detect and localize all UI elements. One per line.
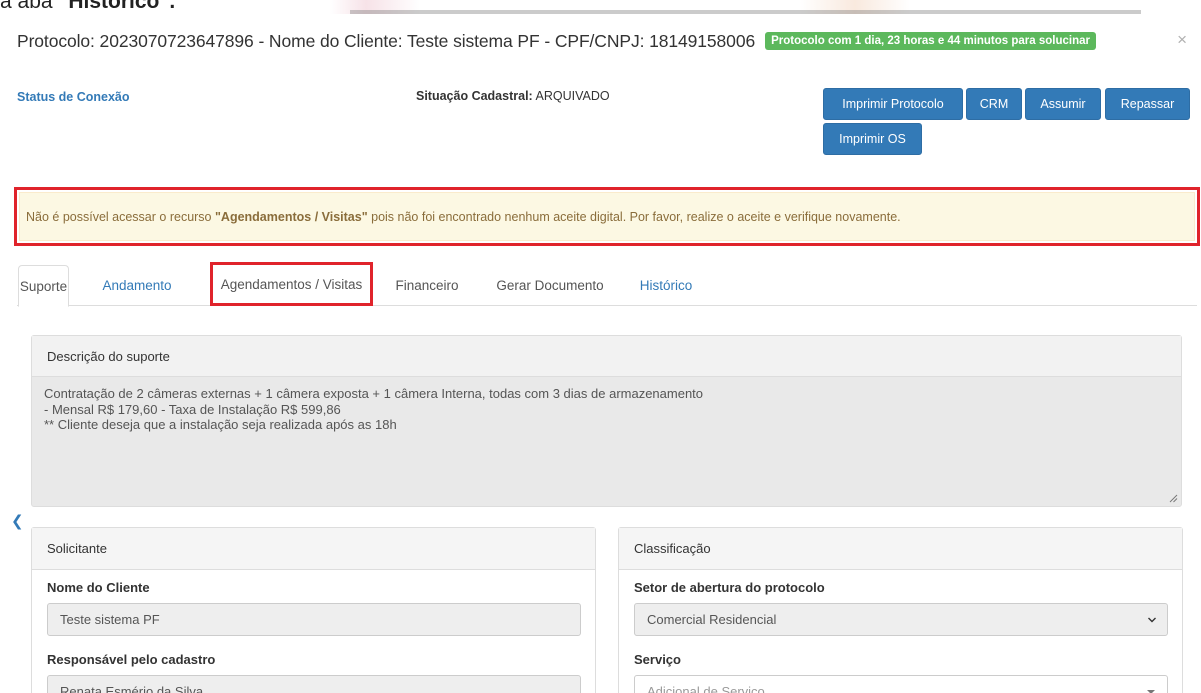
instruction-prefix: a aba (0, 0, 59, 13)
chevron-left-icon[interactable]: ❮ (11, 512, 24, 530)
crm-button[interactable]: CRM (966, 88, 1022, 120)
servico-select[interactable]: Adicional de Serviço (634, 675, 1168, 693)
descricao-panel: Descrição do suporte Contratação de 2 câ… (31, 335, 1182, 507)
responsavel-field[interactable]: Renata Esmério da Silva (47, 675, 581, 693)
situacao-cadastral: Situação Cadastral: ARQUIVADO (416, 89, 610, 103)
servico-label: Serviço (634, 652, 681, 667)
imprimir-protocolo-button[interactable]: Imprimir Protocolo (823, 88, 963, 120)
repassar-button[interactable]: Repassar (1105, 88, 1190, 120)
instruction-bold: "Histórico". (58, 0, 176, 13)
tab-financeiro[interactable]: Financeiro (389, 265, 465, 306)
solicitante-panel: Solicitante Nome do Cliente Teste sistem… (31, 527, 596, 693)
servico-placeholder: Adicional de Serviço (647, 684, 765, 693)
instruction-strip: a aba "Histórico". (0, 0, 1201, 14)
alert-highlight-box: Não é possível acessar o recurso "Agenda… (14, 187, 1200, 246)
responsavel-label: Responsável pelo cadastro (47, 652, 216, 667)
status-conexao-link[interactable]: Status de Conexão (17, 90, 130, 104)
descricao-heading: Descrição do suporte (32, 336, 1181, 377)
close-icon[interactable]: × (1177, 30, 1187, 50)
classificacao-heading: Classificação (619, 528, 1182, 570)
alert-text-after: pois não foi encontrado nenhum aceite di… (371, 209, 901, 224)
nome-cliente-label: Nome do Cliente (47, 580, 150, 595)
descricao-line: Contratação de 2 câmeras externas + 1 câ… (44, 386, 704, 401)
tab-bar: Suporte Andamento Agendamentos / Visitas… (17, 262, 1197, 307)
tab-historico[interactable]: Histórico (631, 265, 701, 306)
instruction-text: a aba "Histórico". (0, 0, 175, 12)
modal-title: Protocolo: 2023070723647896 - Nome do Cl… (17, 30, 756, 51)
modal-header: Protocolo: 2023070723647896 - Nome do Cl… (17, 28, 1187, 54)
resize-handle-icon[interactable] (1169, 494, 1178, 503)
alert-text-before: Não é possível acessar o recurso (26, 209, 212, 224)
descricao-line: - Mensal R$ 179,60 - Taxa de Instalação … (44, 401, 341, 417)
classificacao-panel: Classificação Setor de abertura do proto… (618, 527, 1183, 693)
chevron-down-icon (1148, 617, 1156, 623)
situacao-value: ARQUIVADO (532, 89, 610, 103)
tab-agendamentos-visitas[interactable]: Agendamentos / Visitas (210, 262, 373, 306)
nome-cliente-field[interactable]: Teste sistema PF (47, 603, 581, 636)
setor-label: Setor de abertura do protocolo (634, 580, 825, 595)
tab-gerar-documento[interactable]: Gerar Documento (487, 265, 613, 306)
imprimir-os-button[interactable]: Imprimir OS (823, 123, 922, 155)
tab-andamento[interactable]: Andamento (77, 265, 197, 306)
assumir-button[interactable]: Assumir (1025, 88, 1101, 120)
solicitante-heading: Solicitante (32, 528, 595, 570)
situacao-label: Situação Cadastral: (416, 89, 533, 103)
warning-alert: Não é possível acessar o recurso "Agenda… (19, 192, 1195, 241)
descricao-textarea[interactable]: Contratação de 2 câmeras externas + 1 câ… (32, 377, 1181, 442)
sla-badge: Protocolo com 1 dia, 23 horas e 44 minut… (765, 32, 1096, 50)
setor-select[interactable]: Comercial Residencial (634, 603, 1168, 636)
protocol-modal: Protocolo: 2023070723647896 - Nome do Cl… (0, 14, 1201, 693)
alert-text-bold: "Agendamentos / Visitas" (215, 209, 368, 224)
setor-value: Comercial Residencial (647, 612, 777, 627)
descricao-line: ** Cliente deseja que a instalação seja … (44, 417, 397, 432)
tab-suporte[interactable]: Suporte (18, 265, 69, 307)
